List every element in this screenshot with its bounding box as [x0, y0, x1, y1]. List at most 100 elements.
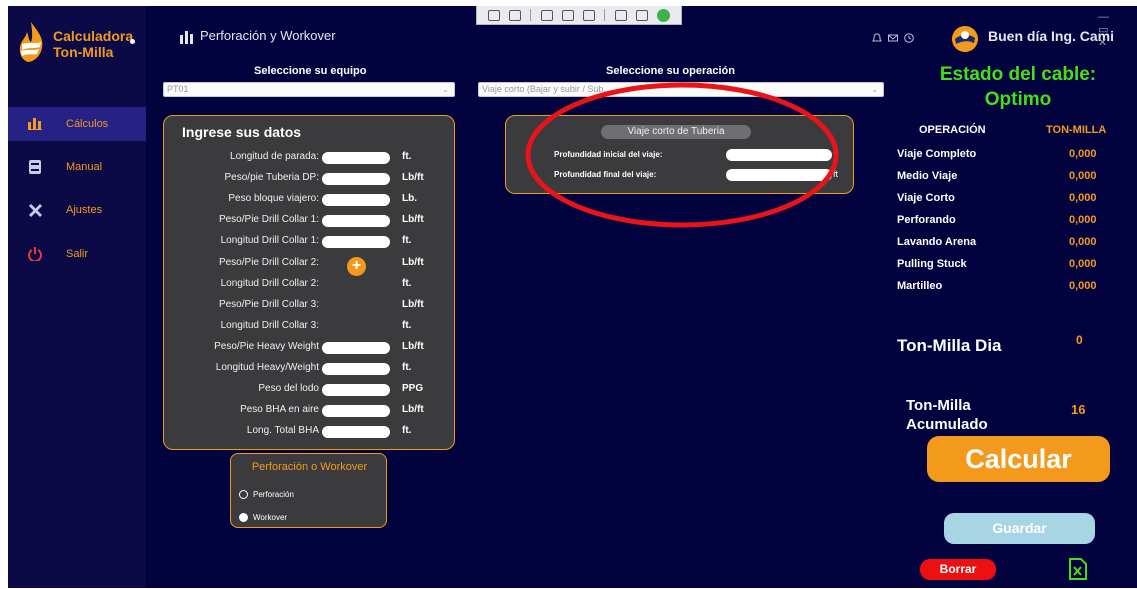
sidebar-item-salir[interactable]: Salir: [8, 237, 146, 271]
cable-status-value: Optimo: [984, 89, 1052, 110]
clock-icon[interactable]: [904, 33, 914, 43]
guardar-button[interactable]: Guardar: [944, 513, 1095, 544]
final-depth-input[interactable]: [726, 169, 832, 181]
confirm-icon[interactable]: [657, 8, 671, 22]
bell-icon[interactable]: [872, 33, 882, 43]
field-unit: Lb/ft: [402, 257, 424, 268]
tonmilla-acumulado-line1: Ton-Milla: [906, 397, 971, 414]
sidebar-item-ajustes[interactable]: Ajustes: [8, 193, 146, 227]
tonmilla-dia-label: Ton-Milla Dia: [897, 336, 1002, 355]
result-operation-name: Viaje Completo: [897, 148, 977, 160]
toolbar-divider: [530, 9, 532, 21]
data-panel-title: Ingrese sus datos: [182, 124, 302, 140]
add-drill-collar-button[interactable]: +: [347, 257, 366, 276]
book-icon: [26, 158, 44, 176]
mail-icon[interactable]: [888, 33, 898, 43]
operation-column-header: OPERACIÓN: [919, 124, 986, 136]
field-input[interactable]: [322, 405, 390, 417]
camera-icon[interactable]: [508, 9, 521, 21]
result-tonmilla-value: 0,000: [1069, 192, 1097, 204]
tonmilla-column-header: TON-MILLA: [1046, 124, 1107, 136]
calcular-button[interactable]: Calcular: [927, 436, 1110, 482]
equipment-select-value: PT01: [167, 84, 189, 94]
operation-select[interactable]: Viaje corto (Bajar y subir / Sub... ⌄: [478, 82, 884, 97]
user-greeting[interactable]: Buen día Ing. Cami: [988, 28, 1114, 44]
initial-depth-input[interactable]: [726, 149, 832, 161]
result-operation-name: Medio Viaje: [897, 170, 958, 182]
screenshot-icon[interactable]: [487, 9, 500, 21]
field-label: Longitud Drill Collar 1:: [220, 235, 319, 246]
radio-workover[interactable]: [239, 513, 248, 522]
bar-chart-icon: [180, 31, 193, 44]
mode-panel-title: Perforación o Workover: [251, 461, 368, 473]
fullscreen-capture-icon[interactable]: [583, 9, 596, 21]
window-controls[interactable]: — ▭ ✕: [1098, 11, 1137, 49]
radio-label: Perforación: [253, 490, 294, 499]
app-window: Calculadora Ton-Milla Cálculos Manual Aj…: [8, 6, 1137, 588]
field-label: Peso/Pie Drill Collar 1:: [218, 214, 319, 225]
link-icon[interactable]: [614, 9, 627, 21]
chevron-down-icon: ⌄: [442, 85, 449, 94]
result-operation-name: Martilleo: [897, 280, 943, 292]
radio-perforacion[interactable]: [239, 490, 248, 499]
flame-logo-icon: [19, 22, 43, 62]
field-unit: Lb/ft: [402, 404, 424, 415]
result-tonmilla-value: 0,000: [1069, 170, 1097, 182]
result-operation-name: Lavando Arena: [897, 236, 977, 248]
power-icon: [26, 245, 44, 263]
field-label: Long. Total BHA: [246, 425, 319, 436]
mode-panel: Perforación o Workover Perforación Worko…: [230, 453, 387, 528]
result-tonmilla-value: 0,000: [1069, 148, 1097, 160]
field-input[interactable]: [322, 363, 390, 375]
operation-panel-title: Viaje corto de Tuberia: [601, 125, 751, 139]
field-unit: ft.: [402, 278, 412, 289]
sidebar-item-label: Manual: [66, 161, 103, 173]
field-unit: Lb/ft: [402, 299, 424, 310]
field-input[interactable]: [322, 236, 390, 248]
region-capture-icon[interactable]: [561, 9, 574, 21]
operation-select-value: Viaje corto (Bajar y subir / Sub...: [482, 84, 611, 94]
field-input[interactable]: [322, 215, 390, 227]
sidebar-item-label: Ajustes: [66, 204, 103, 216]
tonmilla-acumulado-label: Ton-Milla Acumulado: [906, 396, 988, 434]
field-unit: ft.: [402, 235, 412, 246]
sidebar-item-manual[interactable]: Manual: [8, 150, 146, 184]
field-input[interactable]: [322, 426, 390, 438]
field-label: Peso/Pie Heavy Weight: [214, 341, 319, 352]
cable-status-title: Estado del cable:: [939, 64, 1097, 85]
tools-icon: [26, 201, 44, 219]
app-title-line1: Calculadora: [53, 28, 134, 44]
sidebar-item-label: Salir: [66, 248, 89, 260]
field-input[interactable]: [322, 384, 390, 396]
excel-export-icon[interactable]: [1069, 558, 1087, 580]
field-input[interactable]: [322, 173, 390, 185]
window-capture-icon[interactable]: [540, 9, 553, 21]
borrar-button[interactable]: Borrar: [920, 559, 996, 580]
field-label: Peso del lodo: [258, 383, 319, 394]
field-label: Peso BHA en aire: [240, 404, 319, 415]
final-depth-label: Profundidad final del viaje:: [554, 170, 657, 179]
result-tonmilla-value: 0,000: [1069, 236, 1097, 248]
record-icon[interactable]: [636, 9, 649, 21]
result-operation-name: Viaje Corto: [897, 192, 955, 204]
field-label: Longitud Heavy/Weight: [215, 362, 319, 373]
equipment-label: Seleccione su equipo: [254, 65, 367, 77]
field-input[interactable]: [322, 342, 390, 354]
equipment-select[interactable]: PT01 ⌄: [163, 82, 455, 97]
field-unit: ft.: [402, 151, 412, 162]
field-input[interactable]: [322, 194, 390, 206]
field-label: Longitud Drill Collar 3:: [220, 320, 319, 331]
app-title-line2: Ton-Milla: [53, 44, 114, 60]
result-tonmilla-value: 0,000: [1069, 258, 1097, 270]
field-input[interactable]: [322, 152, 390, 164]
tonmilla-dia-value: 0: [1076, 333, 1083, 347]
result-operation-name: Perforando: [897, 214, 956, 226]
field-unit: ft.: [402, 362, 412, 373]
tonmilla-acumulado-line2: Acumulado: [906, 416, 988, 433]
bar-chart-icon: [26, 115, 44, 133]
avatar[interactable]: [952, 26, 978, 52]
initial-depth-unit: ft: [833, 149, 839, 159]
initial-depth-label: Profundidad inicial del viaje:: [554, 150, 663, 159]
tonmilla-acumulado-value: 16: [1071, 402, 1086, 417]
sidebar-item-calculos[interactable]: Cálculos: [8, 107, 146, 141]
